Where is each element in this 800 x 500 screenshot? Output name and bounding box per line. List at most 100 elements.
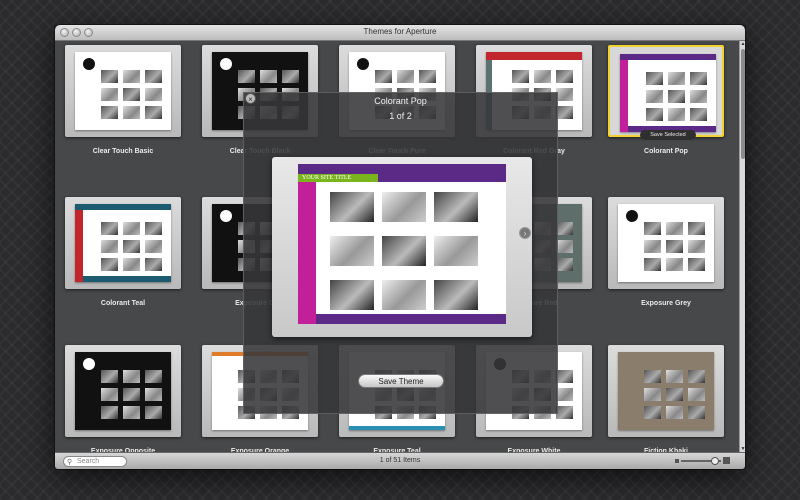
thumbnail-photo — [556, 240, 573, 253]
thumbnail-page — [620, 54, 716, 132]
thumbnail-photo — [690, 90, 707, 103]
thumbnail-photo — [101, 370, 118, 383]
thumbnail-photo — [260, 70, 277, 83]
thumbnail-photo — [644, 258, 661, 271]
thumbnail-photo — [666, 222, 683, 235]
thumbnail-photo — [534, 70, 551, 83]
thumbnail-photo — [145, 222, 162, 235]
theme-tile[interactable]: Clear Touch Basic — [65, 45, 181, 163]
preview-site-title: YOUR SITE TITLE — [298, 174, 378, 182]
thumbnail-photo — [397, 70, 414, 83]
thumbnail-photo — [688, 406, 705, 419]
thumbnail-photo — [666, 388, 683, 401]
thumbnail-photo — [101, 406, 118, 419]
thumbnail-photo — [101, 106, 118, 119]
thumbnail-photo — [512, 70, 529, 83]
theme-thumbnail[interactable]: Save Selected — [608, 45, 724, 140]
zoom-large-icon — [723, 457, 730, 464]
theme-tile[interactable]: Fiction Khaki — [608, 345, 724, 463]
thumbnail-photo — [688, 222, 705, 235]
theme-tile[interactable]: Exposure Grey — [608, 197, 724, 315]
preview-page: YOUR SITE TITLE — [298, 164, 506, 324]
theme-thumbnail[interactable] — [65, 345, 181, 437]
theme-thumbnail[interactable] — [65, 45, 181, 137]
thumbnail-photo — [644, 388, 661, 401]
scroll-thumb[interactable] — [741, 49, 745, 159]
theme-footer-bar — [349, 426, 445, 430]
thumbnail-photo — [688, 388, 705, 401]
preview-photo — [382, 280, 426, 310]
thumbnail-photo — [101, 240, 118, 253]
vertical-scrollbar[interactable]: ▲ ▼ — [739, 41, 745, 452]
scroll-up-icon[interactable]: ▲ — [740, 41, 745, 47]
thumbnail-page — [75, 204, 171, 282]
zoom-small-icon — [675, 459, 679, 463]
theme-logo — [626, 210, 638, 222]
thumbnail-photo — [666, 258, 683, 271]
items-count: 1 of 51 Items — [379, 457, 421, 464]
thumbnail-photo — [101, 88, 118, 101]
thumbnail-photo — [668, 90, 685, 103]
theme-logo — [83, 358, 95, 370]
thumbnail-photo — [644, 222, 661, 235]
thumbnail-photo — [101, 388, 118, 401]
thumbnail-page — [75, 352, 171, 430]
preview-counter: 1 of 2 — [389, 111, 412, 121]
thumbnail-photo — [123, 406, 140, 419]
thumbnail-photo — [419, 70, 436, 83]
save-theme-button[interactable]: Save Theme — [358, 374, 444, 388]
save-selected-button[interactable]: Save Selected — [640, 130, 696, 140]
preview-footer-bar — [316, 314, 506, 324]
thumbnail-photo — [556, 406, 573, 419]
thumbnail-photo — [666, 240, 683, 253]
app-window: Themes for Aperture Clear Touch Basic Cle… — [55, 25, 745, 469]
theme-preview-panel: × Colorant Pop 1 of 2 YOUR SITE TITLE › … — [243, 92, 558, 414]
theme-header-bar — [75, 204, 171, 210]
thumbnail-photo — [688, 370, 705, 383]
theme-footer-bar — [83, 276, 171, 282]
preview-photo — [382, 192, 426, 222]
preview-header-bar — [298, 164, 506, 174]
next-arrow-icon[interactable]: › — [519, 227, 531, 239]
thumbnail-photo — [123, 106, 140, 119]
theme-logo — [83, 58, 95, 70]
preview-photo — [434, 192, 478, 222]
thumbnail-photo — [556, 70, 573, 83]
thumbnail-photo — [556, 106, 573, 119]
thumbnail-photo — [556, 258, 573, 271]
preview-side-bar — [298, 182, 316, 324]
thumbnail-photo — [688, 258, 705, 271]
thumbnail-photo — [238, 70, 255, 83]
bottom-bar: ⚲ Search 1 of 51 Items — [55, 452, 745, 469]
thumbnail-photo — [690, 108, 707, 121]
preview-image-frame: YOUR SITE TITLE › — [272, 157, 532, 337]
theme-tile[interactable]: Exposure Opposite — [65, 345, 181, 463]
preview-photo — [330, 192, 374, 222]
preview-photo — [434, 280, 478, 310]
thumbnail-photo — [646, 90, 663, 103]
theme-header-bar — [620, 54, 716, 60]
thumbnail-photo — [375, 70, 392, 83]
theme-tile[interactable]: Save Selected Colorant Pop — [608, 45, 724, 163]
thumbnail-photo — [556, 222, 573, 235]
theme-thumbnail[interactable] — [608, 345, 724, 437]
thumbnail-photo — [666, 370, 683, 383]
thumbnail-photo — [282, 70, 299, 83]
theme-thumbnail[interactable] — [65, 197, 181, 289]
thumbnail-photo — [101, 258, 118, 271]
thumbnail-page — [618, 204, 714, 282]
theme-tile[interactable]: Colorant Teal — [65, 197, 181, 315]
theme-thumbnail[interactable] — [608, 197, 724, 289]
zoom-knob[interactable] — [711, 457, 719, 465]
thumbnail-photo — [123, 388, 140, 401]
preview-photo — [330, 236, 374, 266]
thumbnail-photo — [646, 108, 663, 121]
thumbnail-photo — [145, 258, 162, 271]
zoom-slider[interactable] — [675, 456, 730, 466]
thumbnail-photo — [123, 370, 140, 383]
thumbnail-photo — [688, 240, 705, 253]
thumbnail-photo — [646, 72, 663, 85]
theme-name: Clear Touch Basic — [92, 148, 154, 155]
thumbnail-photo — [145, 388, 162, 401]
thumbnail-photo — [690, 72, 707, 85]
